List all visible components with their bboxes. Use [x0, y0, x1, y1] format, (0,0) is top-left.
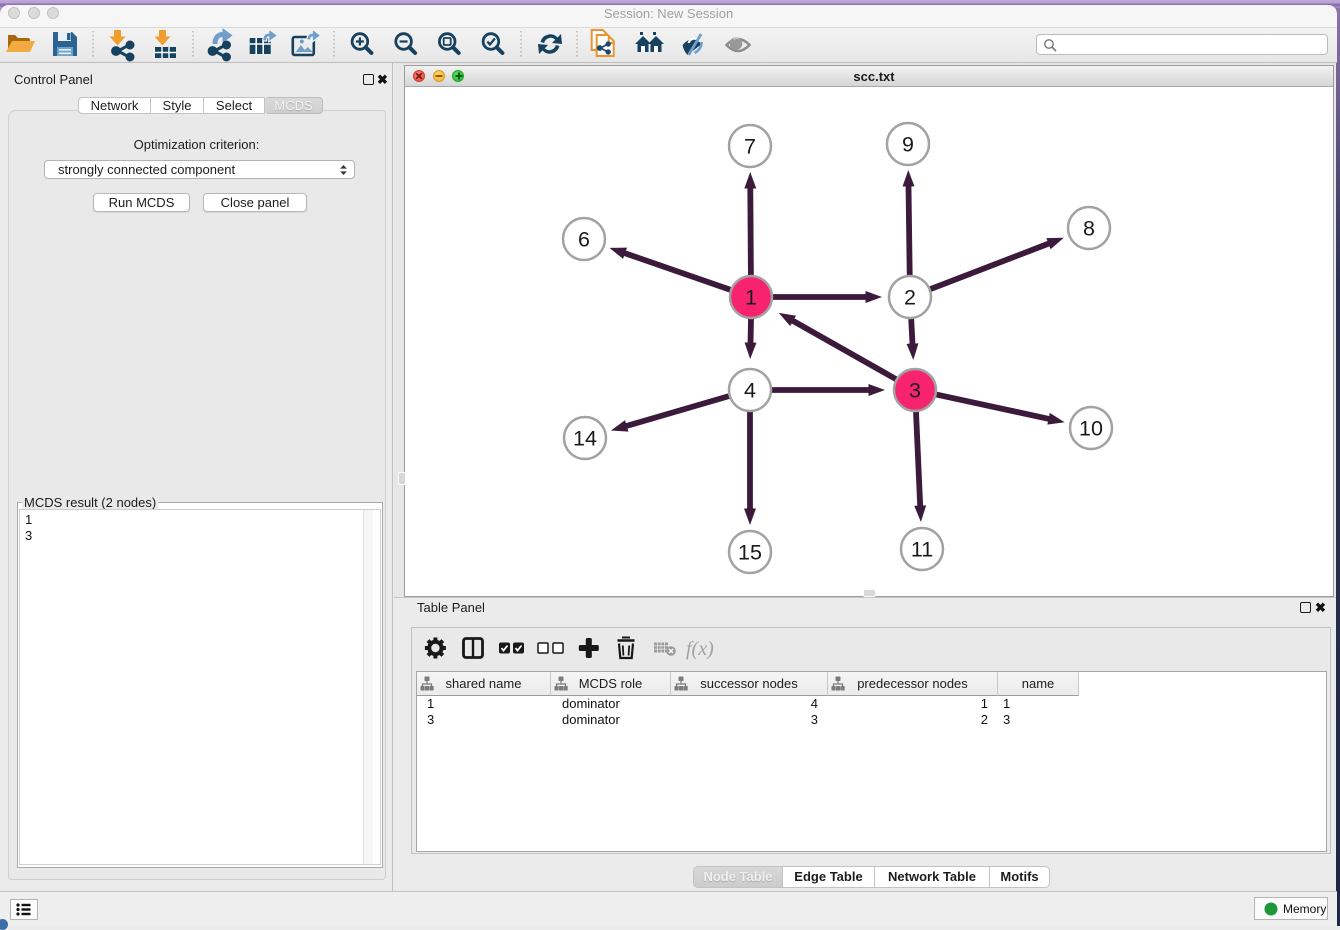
svg-text:3: 3	[909, 379, 921, 403]
svg-text:9: 9	[902, 133, 914, 157]
svg-text:11: 11	[911, 538, 933, 562]
svg-text:6: 6	[578, 228, 590, 252]
svg-text:14: 14	[573, 427, 597, 451]
svg-text:f(x): f(x)	[686, 638, 714, 660]
svg-text:7: 7	[744, 135, 756, 159]
svg-text:1: 1	[745, 286, 757, 310]
svg-text:10: 10	[1079, 417, 1103, 441]
svg-text:2: 2	[904, 286, 916, 310]
svg-text:8: 8	[1083, 217, 1095, 241]
svg-text:4: 4	[744, 379, 756, 403]
svg-text:15: 15	[738, 541, 762, 565]
